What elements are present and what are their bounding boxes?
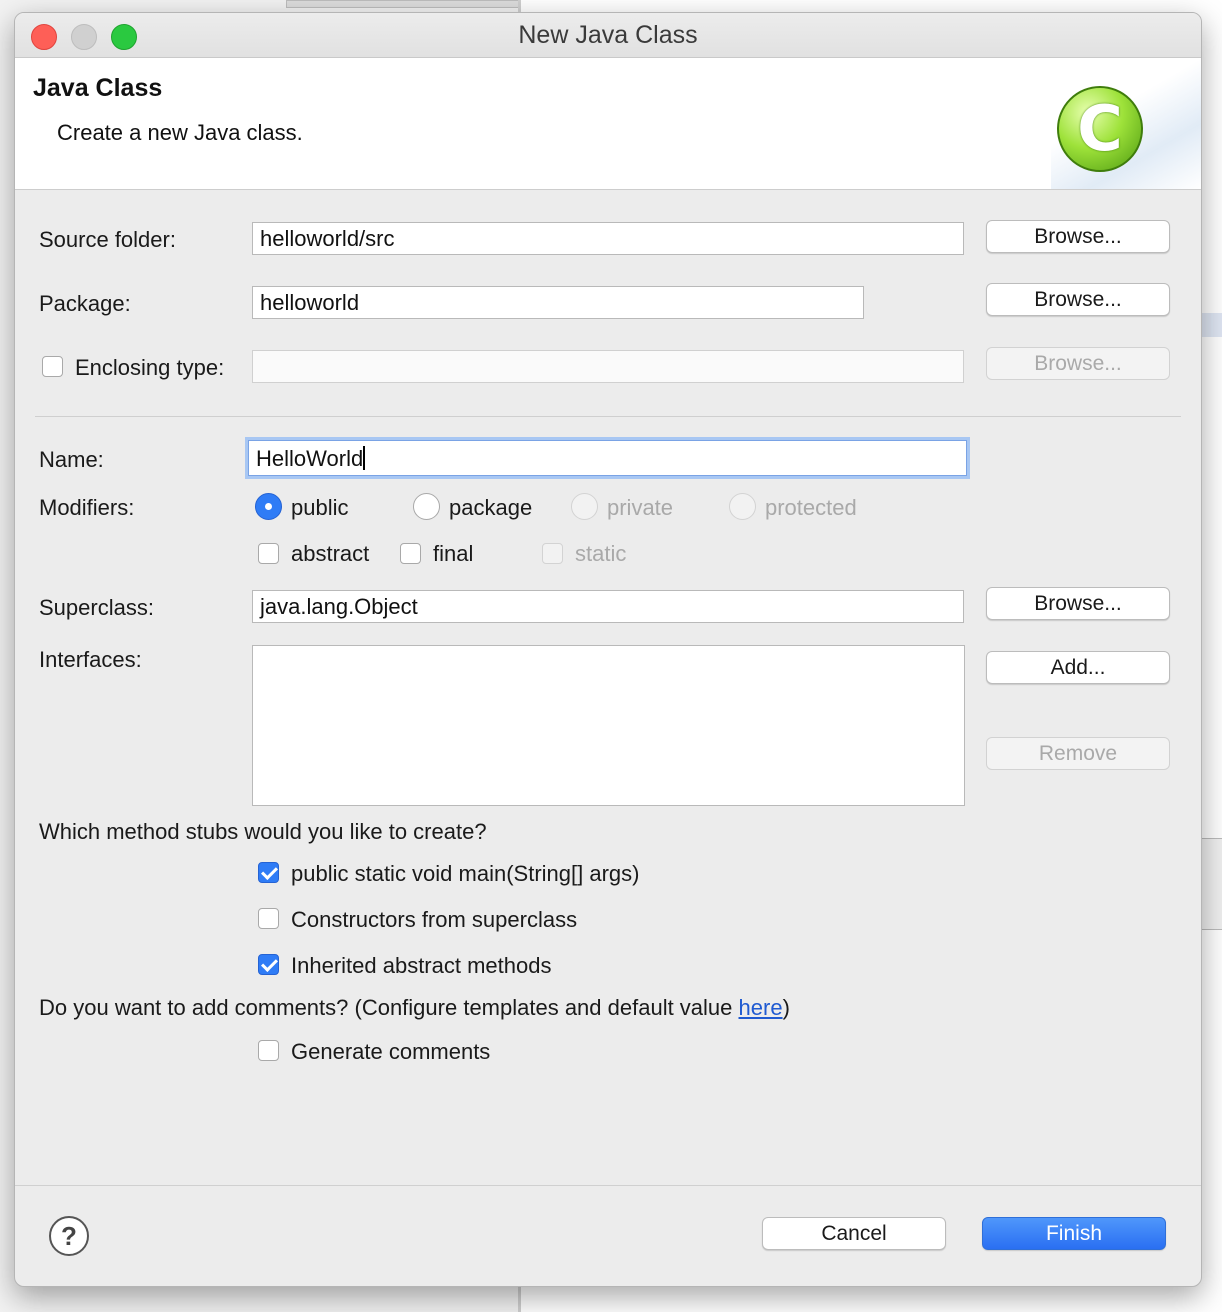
final-label: final: [433, 541, 474, 566]
constructors-checkbox[interactable]: [258, 908, 279, 929]
modifier-public-radio[interactable]: [255, 493, 282, 520]
finish-button[interactable]: Finish: [982, 1217, 1166, 1250]
modifier-private-radio: [571, 493, 598, 520]
static-label: static: [575, 541, 627, 566]
superclass-browse-button[interactable]: Browse...: [986, 587, 1170, 620]
wizard-subtitle: Create a new Java class.: [57, 120, 303, 145]
interfaces-remove-button: Remove: [986, 737, 1170, 770]
background-selection: [1202, 313, 1222, 337]
modifier-private-label: private: [607, 495, 674, 520]
modifiers-label: Modifiers:: [39, 495, 135, 520]
comments-question-text: Do you want to add comments? (Configure …: [39, 995, 739, 1020]
cancel-button[interactable]: Cancel: [762, 1217, 946, 1250]
source-folder-label: Source folder:: [39, 227, 176, 252]
background-panel: [1200, 838, 1222, 930]
name-label: Name:: [39, 447, 104, 472]
generate-comments-checkbox[interactable]: [258, 1040, 279, 1061]
text-caret: [363, 446, 366, 470]
inherited-abstract-checkbox[interactable]: [258, 954, 279, 975]
interfaces-add-button[interactable]: Add...: [986, 651, 1170, 684]
name-input[interactable]: HelloWorld: [248, 440, 967, 476]
background-tab-strip: [286, 0, 520, 8]
enclosing-type-input: [252, 350, 964, 383]
name-input-value: HelloWorld: [256, 446, 364, 471]
window-title: New Java Class: [518, 21, 698, 49]
modifier-package-radio[interactable]: [413, 493, 440, 520]
final-checkbox[interactable]: [400, 543, 421, 564]
main-method-checkbox[interactable]: [258, 862, 279, 883]
static-checkbox: [542, 543, 563, 564]
comments-question: Do you want to add comments? (Configure …: [39, 995, 790, 1021]
wizard-title: Java Class: [33, 74, 163, 102]
enclosing-type-label: Enclosing type:: [75, 355, 225, 380]
package-label: Package:: [39, 291, 131, 316]
source-folder-input[interactable]: helloworld/src: [252, 222, 964, 255]
main-method-label: public static void main(String[] args): [291, 861, 640, 886]
configure-templates-link[interactable]: here: [739, 995, 783, 1020]
section-divider: [35, 416, 1181, 417]
source-folder-browse-button[interactable]: Browse...: [986, 220, 1170, 253]
modifier-protected-label: protected: [765, 495, 857, 520]
java-class-icon: C: [1057, 86, 1143, 172]
comments-question-end: ): [782, 995, 790, 1020]
superclass-label: Superclass:: [39, 595, 154, 620]
interfaces-list[interactable]: [252, 645, 965, 806]
wizard-header: Java Class Create a new Java class. C: [15, 58, 1201, 190]
help-icon[interactable]: ?: [49, 1216, 89, 1256]
footer-divider: [15, 1185, 1201, 1186]
interfaces-label: Interfaces:: [39, 647, 142, 672]
java-class-icon-glyph: C: [1077, 92, 1123, 165]
constructors-label: Constructors from superclass: [291, 907, 578, 932]
title-bar: New Java Class: [15, 13, 1201, 58]
abstract-label: abstract: [291, 541, 370, 566]
modifier-public-label: public: [291, 495, 349, 520]
modifier-package-label: package: [449, 495, 533, 520]
package-browse-button[interactable]: Browse...: [986, 283, 1170, 316]
modifier-protected-radio: [729, 493, 756, 520]
enclosing-type-browse-button: Browse...: [986, 347, 1170, 380]
method-stubs-question: Which method stubs would you like to cre…: [39, 819, 487, 844]
superclass-input[interactable]: java.lang.Object: [252, 590, 964, 623]
inherited-abstract-label: Inherited abstract methods: [291, 953, 552, 978]
package-input[interactable]: helloworld: [252, 286, 864, 319]
abstract-checkbox[interactable]: [258, 543, 279, 564]
generate-comments-label: Generate comments: [291, 1039, 491, 1064]
new-java-class-dialog: New Java Class Java Class Create a new J…: [14, 12, 1202, 1287]
enclosing-type-checkbox[interactable]: [42, 356, 63, 377]
